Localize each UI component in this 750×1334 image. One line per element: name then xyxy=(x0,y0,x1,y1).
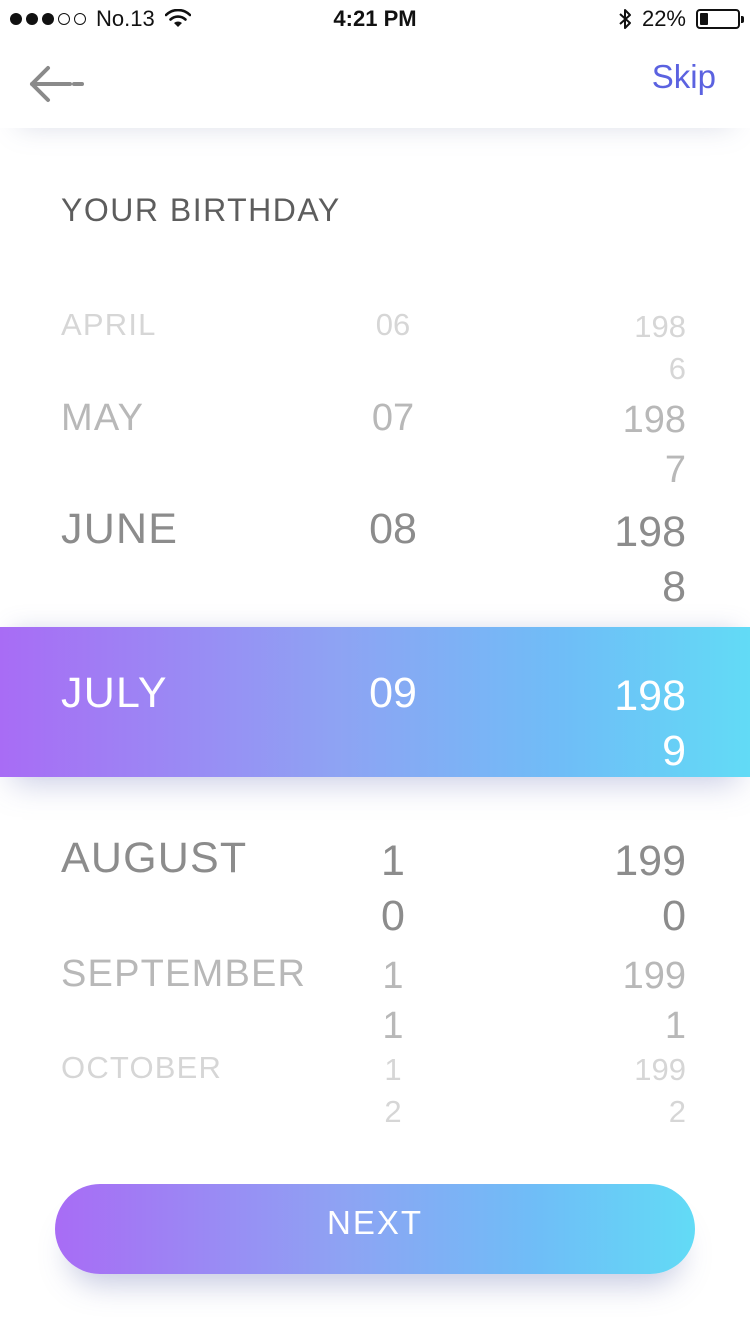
picker-day[interactable]: 06 xyxy=(340,309,446,340)
status-bar: No.13 4:21 PM 22% xyxy=(0,0,750,40)
bluetooth-icon xyxy=(619,9,631,29)
picker-year-line: 199 xyxy=(614,837,686,885)
picker-day-line: 1 xyxy=(381,837,405,885)
battery-percent: 22% xyxy=(641,6,686,31)
picker-year[interactable]: 199 0 xyxy=(566,837,686,942)
picker-month[interactable]: APRIL xyxy=(61,309,157,340)
picker-year-line: 9 xyxy=(662,727,686,776)
page-title: YOUR BIRTHDAY xyxy=(61,192,341,228)
nav-bar: Skip xyxy=(0,40,750,128)
picker-day[interactable]: 07 xyxy=(340,399,446,437)
picker-day[interactable]: 1 2 xyxy=(340,1052,446,1129)
battery-icon xyxy=(696,9,744,29)
picker-year-line: 199 xyxy=(622,955,686,997)
picker-year-selected[interactable]: 198 9 xyxy=(566,672,686,777)
status-right: 22% xyxy=(618,6,744,32)
picker-year-line: 198 xyxy=(634,309,686,344)
picker-year-line: 198 xyxy=(622,399,686,441)
picker-year-line: 6 xyxy=(668,350,686,386)
picker-month-selected[interactable]: JULY xyxy=(61,672,168,715)
picker-year[interactable]: 198 6 xyxy=(566,309,686,386)
battery-level xyxy=(700,13,708,25)
picker-year-line: 198 xyxy=(614,508,686,556)
picker-day[interactable]: 1 1 xyxy=(340,955,446,1048)
picker-month[interactable]: AUGUST xyxy=(61,837,247,880)
picker-month[interactable]: OCTOBER xyxy=(61,1052,222,1083)
picker-day-line: 1 xyxy=(382,1004,404,1047)
arrow-left-icon[interactable] xyxy=(26,62,86,106)
picker-day-line: 0 xyxy=(381,892,405,941)
picker-year-line: 2 xyxy=(668,1093,686,1129)
picker-day[interactable]: 1 0 xyxy=(340,837,446,942)
picker-year-line: 199 xyxy=(634,1052,686,1087)
next-button[interactable]: NEXT xyxy=(55,1184,695,1274)
picker-day-selected[interactable]: 09 xyxy=(340,672,446,715)
picker-year-line: 198 xyxy=(614,672,686,720)
picker-month[interactable]: SEPTEMBER xyxy=(61,955,306,993)
picker-year-line: 0 xyxy=(662,892,686,941)
picker-day[interactable]: 08 xyxy=(340,508,446,551)
picker-day-line: 1 xyxy=(384,1052,402,1087)
picker-day-line: 1 xyxy=(382,955,404,997)
picker-year[interactable]: 198 7 xyxy=(566,399,686,492)
picker-year[interactable]: 199 2 xyxy=(566,1052,686,1129)
skip-button[interactable]: Skip xyxy=(652,58,716,96)
picker-year[interactable]: 198 8 xyxy=(566,508,686,613)
picker-month[interactable]: MAY xyxy=(61,399,144,437)
picker-month[interactable]: JUNE xyxy=(61,508,178,551)
picker-year-line: 7 xyxy=(664,448,686,491)
picker-year[interactable]: 199 1 xyxy=(566,955,686,1048)
picker-day-line: 2 xyxy=(384,1093,402,1129)
picker-year-line: 8 xyxy=(662,563,686,612)
picker-year-line: 1 xyxy=(664,1004,686,1047)
